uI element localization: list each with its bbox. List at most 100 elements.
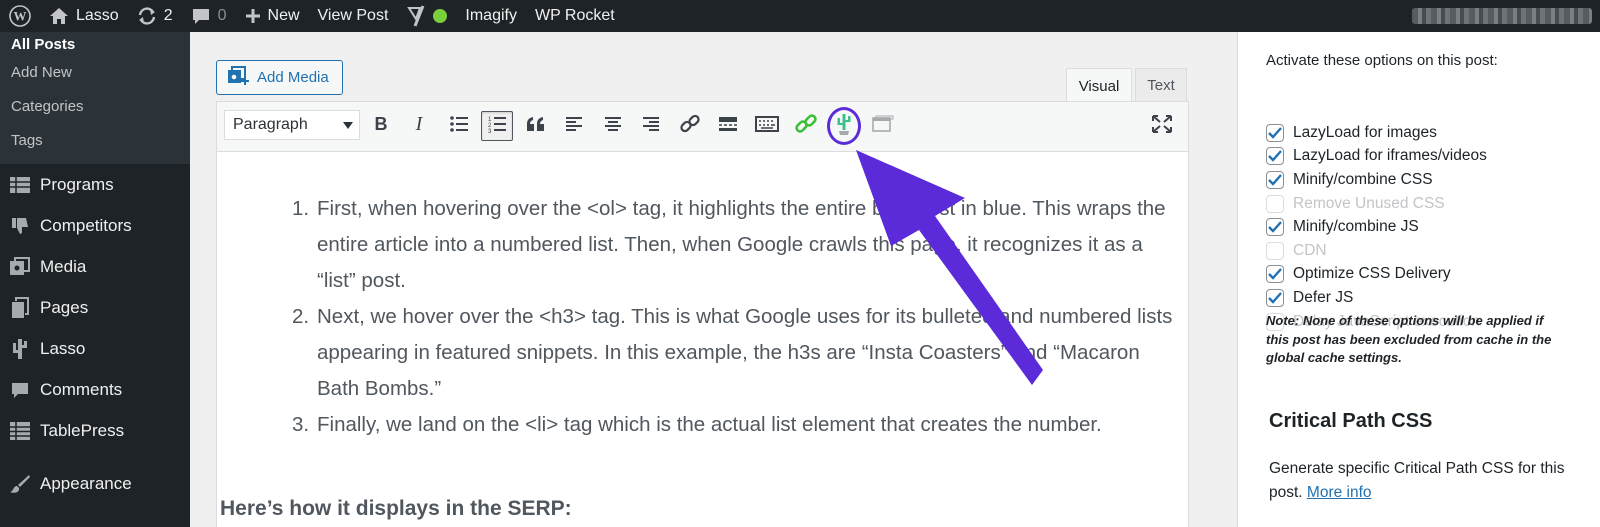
options-heading: Activate these options on this post: (1266, 52, 1498, 69)
wp-rocket-label: WP Rocket (534, 7, 615, 24)
list-number: 3. (292, 413, 310, 436)
home-icon (49, 7, 69, 25)
read-more-button[interactable] (712, 111, 744, 141)
updates-link[interactable]: 2 (128, 0, 182, 32)
blockquote-button[interactable] (520, 111, 552, 141)
submenu-item-all-posts[interactable]: All Posts (0, 34, 190, 56)
sidebar-item-label: Media (40, 256, 87, 276)
lasso-cactus-icon (835, 112, 853, 141)
italic-button[interactable]: I (403, 111, 435, 141)
tab-visual[interactable]: Visual (1066, 68, 1132, 103)
option-label: CDN (1293, 242, 1327, 259)
updates-count: 2 (163, 7, 173, 24)
list-item: 2. Next, we hover over the <h3> tag. Thi… (292, 299, 1182, 407)
bulleted-list-button[interactable] (443, 111, 475, 141)
align-center-button[interactable] (597, 111, 629, 141)
submenu-item-categories[interactable]: Categories (0, 90, 190, 124)
shortcode-button[interactable] (867, 111, 899, 141)
svg-text:3: 3 (488, 129, 492, 133)
checkbox-checked-icon[interactable] (1266, 124, 1284, 142)
wp-rocket-link[interactable]: WP Rocket (526, 0, 624, 32)
list-text: Finally, we land on the <li> tag which i… (317, 413, 1102, 436)
sidebar-item-tablepress[interactable]: TablePress (0, 410, 190, 451)
checkbox-checked-icon[interactable] (1266, 171, 1284, 189)
sidebar-item-pages[interactable]: Pages (0, 287, 190, 328)
sidebar-item-lasso[interactable]: Lasso (0, 328, 190, 369)
sidebar-item-comments[interactable]: Comments (0, 369, 190, 410)
fullscreen-button[interactable] (1146, 111, 1178, 141)
list-item: 3. Finally, we land on the <li> tag whic… (292, 407, 1182, 443)
imagify-label: Imagify (465, 7, 517, 24)
green-link-button[interactable] (790, 111, 822, 141)
option-label: Minify/combine JS (1293, 218, 1419, 235)
wordpress-logo-icon[interactable]: W (0, 0, 40, 32)
insert-link-button[interactable] (674, 111, 706, 141)
site-name-link[interactable]: Lasso (40, 0, 128, 32)
sidebar-item-competitors[interactable]: Competitors (0, 205, 190, 246)
table-icon (8, 419, 32, 443)
option-lazyload-for-images[interactable]: LazyLoad for images (1266, 122, 1437, 144)
account-name-blurred[interactable] (1412, 8, 1592, 24)
posts-submenu: All Posts Add New Categories Tags (0, 32, 190, 164)
list-number: 1. (292, 197, 310, 220)
editor-content[interactable]: 1. First, when hovering over the <ol> ta… (217, 153, 1188, 527)
option-minify-combine-css[interactable]: Minify/combine CSS (1266, 169, 1433, 191)
align-left-button[interactable] (558, 111, 590, 141)
keyboard-icon (755, 115, 779, 138)
sidebar-item-appearance[interactable]: Appearance (0, 463, 190, 504)
checkbox-empty-icon[interactable] (1266, 195, 1284, 213)
admin-bar: W Lasso 2 0 New View Post Imagify WP Roc… (0, 0, 1600, 32)
seo-status-dot-icon (433, 9, 448, 23)
option-defer-js[interactable]: Defer JS (1266, 287, 1353, 309)
sidebar-item-label: Pages (40, 297, 89, 317)
align-right-button[interactable] (635, 111, 667, 141)
sidebar-item-label: Competitors (40, 215, 132, 235)
option-cdn[interactable]: CDN (1266, 240, 1327, 262)
thumbs-down-icon (8, 214, 32, 238)
more-info-link[interactable]: More info (1307, 484, 1372, 501)
option-minify-combine-js[interactable]: Minify/combine JS (1266, 216, 1419, 238)
bold-icon: B (373, 114, 389, 138)
quote-icon (526, 116, 546, 137)
yoast-seo-button[interactable] (397, 0, 456, 32)
submenu-item-tags[interactable]: Tags (0, 124, 190, 158)
sidebar-item-media[interactable]: Media (0, 246, 190, 287)
lasso-button[interactable] (827, 107, 861, 145)
numbered-list-button[interactable]: 123 (481, 111, 513, 141)
option-lazyload-for-iframes-videos[interactable]: LazyLoad for iframes/videos (1266, 145, 1487, 167)
view-post-link[interactable]: View Post (309, 0, 398, 32)
new-content-link[interactable]: New (236, 0, 309, 32)
format-select[interactable]: Paragraph (224, 110, 360, 140)
checkbox-checked-icon[interactable] (1266, 289, 1284, 307)
option-remove-unused-css[interactable]: Remove Unused CSS (1266, 193, 1445, 215)
add-media-label: Add Media (257, 69, 329, 86)
checkbox-checked-icon[interactable] (1266, 265, 1284, 283)
list-number: 2. (292, 305, 310, 328)
table-icon (8, 173, 32, 197)
option-label: Optimize CSS Delivery (1293, 265, 1451, 282)
option-label: Defer JS (1293, 289, 1354, 306)
fullscreen-icon (1152, 114, 1172, 138)
sidebar-item-label: Lasso (40, 338, 86, 358)
submenu-item-add-new[interactable]: Add New (0, 56, 190, 90)
toolbar-toggle-button[interactable] (751, 111, 783, 141)
comments-link[interactable]: 0 (182, 0, 236, 32)
checkbox-checked-icon[interactable] (1266, 218, 1284, 236)
checkbox-empty-icon[interactable] (1266, 242, 1284, 260)
option-optimize-css-delivery[interactable]: Optimize CSS Delivery (1266, 263, 1451, 285)
numbered-list-icon: 123 (487, 115, 507, 138)
green-link-icon (794, 112, 818, 141)
read-more-icon (718, 116, 738, 137)
sidebar-item-programs[interactable]: Programs (0, 164, 190, 205)
plus-icon (245, 8, 261, 24)
chevron-down-icon (343, 122, 353, 129)
critical-path-title: Critical Path CSS (1269, 410, 1433, 432)
checkbox-checked-icon[interactable] (1266, 147, 1284, 165)
imagify-link[interactable]: Imagify (456, 0, 526, 32)
add-media-button[interactable]: Add Media (216, 60, 343, 95)
critical-path-description: Generate specific Critical Path CSS for … (1269, 457, 1569, 505)
tab-text[interactable]: Text (1135, 68, 1187, 102)
list-text: Next, we hover over the <h3> tag. This i… (317, 305, 1173, 400)
bold-button[interactable]: B (365, 111, 397, 141)
editor-toolbar: Paragraph B I 123 (217, 102, 1188, 152)
